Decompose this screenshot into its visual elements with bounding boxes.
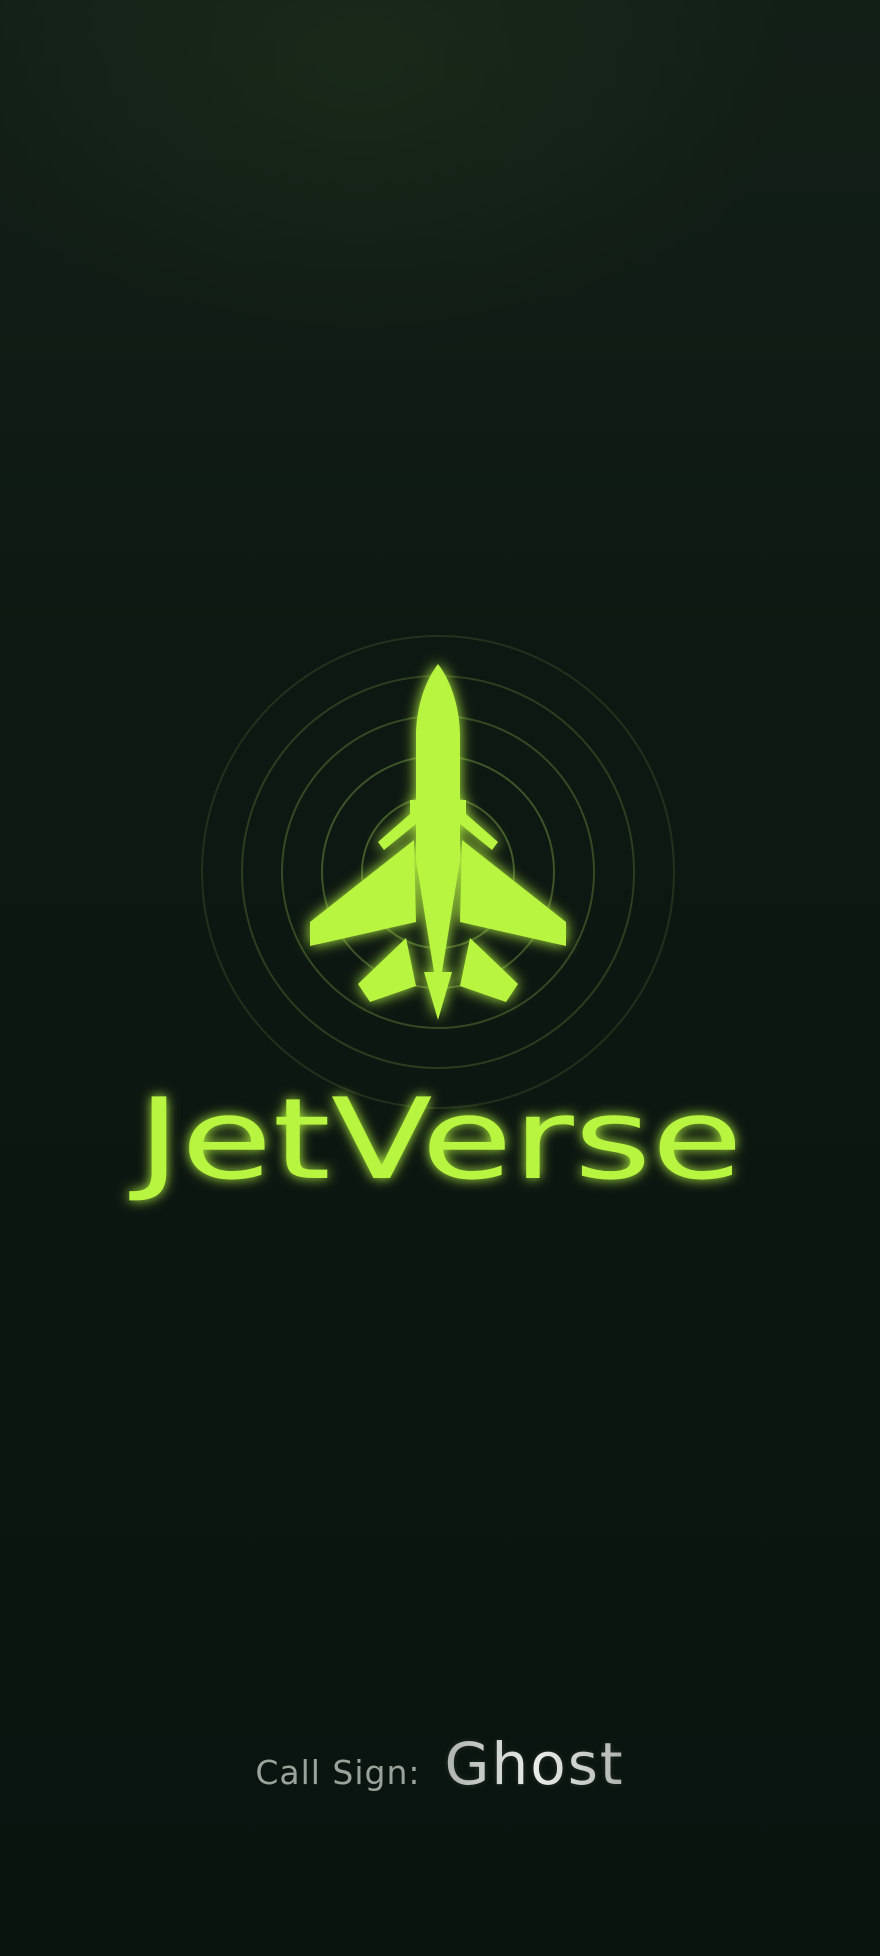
- logo-emblem: [198, 632, 678, 1112]
- fighter-jet-icon: [310, 664, 566, 1020]
- call-sign-row: Call Sign: Ghost: [0, 1730, 880, 1810]
- app-title: JetVerse: [120, 1075, 760, 1205]
- app-title-text: JetVerse: [129, 1075, 743, 1205]
- call-sign-value: Ghost: [444, 1730, 625, 1798]
- radar-rings: [201, 635, 675, 1109]
- call-sign-label: Call Sign:: [255, 1753, 421, 1792]
